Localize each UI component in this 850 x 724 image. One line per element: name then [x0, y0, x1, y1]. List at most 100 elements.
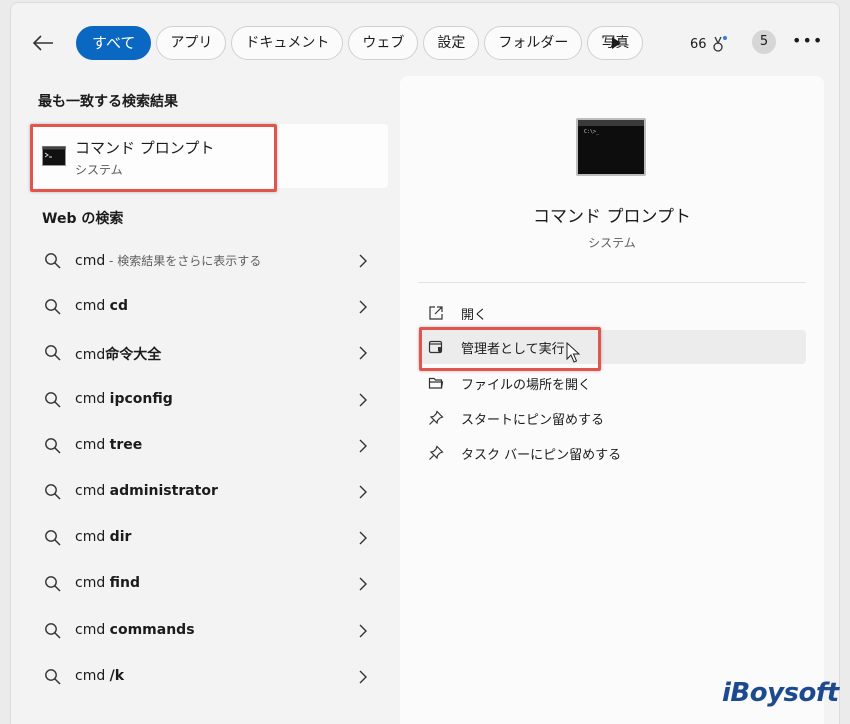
query-text: cmd [75, 390, 110, 407]
arrow-left-icon [32, 35, 53, 51]
action-run-as-admin-label: 管理者として実行 [461, 342, 565, 357]
web-search-heading: Web の検索 [42, 211, 124, 227]
search-icon [45, 484, 61, 500]
suggestion-text: /k [109, 667, 125, 684]
filter-bar: すべて アプリ ドキュメント ウェブ 設定 フォルダー 写真 66 5 ••• [26, 24, 826, 62]
query-text: cmd [75, 347, 106, 364]
action-open-label: 開く [461, 308, 488, 323]
web-search-text: cmd find [75, 575, 140, 591]
tab-folders[interactable]: フォルダー [484, 26, 583, 60]
folder-open-icon [428, 377, 444, 389]
action-run-as-admin[interactable]: 管理者として実行 [418, 330, 806, 364]
query-text: cmd [75, 621, 110, 638]
suggestion-text: administrator [109, 483, 218, 499]
best-match-name: コマンド プロンプト [75, 139, 215, 157]
watermark-logo: iBoysoft [722, 678, 839, 708]
chevron-right-icon [359, 254, 367, 268]
web-search-text: cmd commands [75, 622, 195, 638]
query-text: cmd [75, 298, 110, 315]
action-pin-to-taskbar-label: タスク バーにピン留めする [461, 448, 622, 463]
open-external-icon [429, 306, 443, 320]
tab-documents[interactable]: ドキュメント [231, 26, 344, 60]
web-search-item[interactable]: cmd dir [30, 517, 388, 559]
play-icon [612, 37, 621, 49]
action-pin-to-start-label: スタートにピン留めする [461, 413, 605, 428]
search-icon [45, 622, 61, 639]
suggestion-text: cd [109, 298, 128, 315]
suggestion-text: commands [109, 621, 195, 638]
chevron-right-icon [359, 485, 367, 499]
chevron-right-icon [359, 393, 367, 407]
suggestion-text: tree [109, 436, 143, 453]
chevron-right-icon [359, 670, 367, 684]
notification-badge[interactable]: 5 [752, 30, 776, 54]
web-search-text: cmd administrator [75, 483, 218, 499]
search-icon [45, 668, 61, 685]
web-search-text: cmd命令大全 [75, 344, 161, 364]
chevron-right-icon [359, 346, 367, 360]
web-search-item[interactable]: cmd命令大全 [30, 332, 388, 374]
command-prompt-large-icon: C:\>_ [576, 118, 646, 176]
chevron-right-icon [359, 439, 367, 453]
suggestion-text: ipconfig [109, 390, 173, 407]
web-search-text: cmd ipconfig [75, 391, 173, 407]
suggestion-text: 命令大全 [105, 347, 162, 364]
best-match-type: システム [75, 163, 123, 177]
chevron-right-icon [359, 300, 367, 314]
preview-panel: C:\>_ コマンド プロンプト システム 開く 管理者として実行 ファイルの場… [400, 76, 824, 724]
search-icon [45, 530, 61, 546]
action-open[interactable]: 開く [418, 296, 806, 330]
more-options-button[interactable]: ••• [792, 30, 822, 54]
query-text: cmd [75, 575, 110, 592]
web-search-item[interactable]: cmd /k [30, 656, 388, 698]
divider [418, 282, 806, 283]
web-search-text: cmd dir [75, 529, 131, 545]
rewards-points[interactable]: 66 [690, 35, 729, 53]
search-icon [45, 253, 61, 269]
query-text: cmd [75, 483, 110, 499]
pin-icon [429, 445, 444, 460]
web-search-item[interactable]: cmd administrator [30, 471, 388, 513]
search-icon [45, 299, 61, 315]
back-button[interactable] [26, 28, 60, 58]
tab-web[interactable]: ウェブ [348, 26, 419, 60]
query-text: cmd [75, 529, 110, 546]
chevron-right-icon [359, 531, 367, 545]
web-search-item[interactable]: cmd commands [30, 610, 388, 652]
hint-text: - 検索結果をさらに表示する [105, 254, 262, 268]
more-dots-icon: ••• [792, 31, 824, 50]
web-search-item[interactable]: cmd ipconfig [30, 379, 388, 421]
web-search-item[interactable]: cmd tree [30, 425, 388, 467]
web-search-item[interactable]: cmd find [30, 563, 388, 605]
action-pin-to-start[interactable]: スタートにピン留めする [418, 401, 806, 435]
web-search-item[interactable]: cmd - 検索結果をさらに表示する [30, 240, 388, 282]
prompt-text: C:\>_ [584, 129, 600, 135]
web-search-text: cmd cd [75, 298, 128, 314]
rewards-medal-icon [712, 36, 727, 52]
suggestion-text: find [109, 575, 141, 592]
preview-type: システム [588, 236, 636, 250]
web-search-text: cmd tree [75, 437, 142, 453]
pin-icon [429, 410, 444, 425]
best-match-result[interactable]: コマンド プロンプト システム [30, 124, 388, 188]
tab-apps[interactable]: アプリ [156, 26, 227, 60]
chevron-right-icon [359, 624, 367, 638]
web-search-text: cmd - 検索結果をさらに表示する [75, 252, 261, 269]
action-open-file-location[interactable]: ファイルの場所を開く [418, 366, 806, 400]
chevron-right-icon [359, 577, 367, 591]
search-icon [45, 345, 61, 361]
shield-window-icon [428, 340, 443, 354]
search-icon [45, 437, 61, 454]
query-text: cmd [75, 436, 110, 453]
preview-name: コマンド プロンプト [533, 207, 691, 227]
web-search-text: cmd /k [75, 668, 124, 684]
action-pin-to-taskbar[interactable]: タスク バーにピン留めする [418, 436, 806, 470]
suggestion-text: dir [109, 529, 132, 546]
tab-settings[interactable]: 設定 [423, 26, 480, 60]
query-text: cmd [75, 253, 106, 269]
query-text: cmd [75, 667, 110, 684]
search-icon [45, 576, 61, 592]
web-search-item[interactable]: cmd cd [30, 286, 388, 328]
tab-all[interactable]: すべて [76, 26, 152, 60]
more-filters-button[interactable] [606, 33, 626, 53]
